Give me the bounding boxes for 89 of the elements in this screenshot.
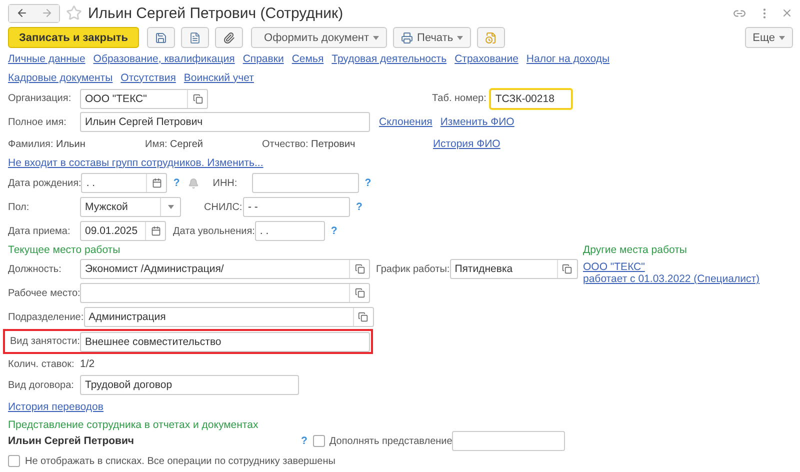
back-arrow-icon [16,7,28,19]
list-button[interactable] [181,27,210,48]
other-job-link[interactable]: работает с 01.03.2022 (Специалист) [583,273,760,285]
window-title: Ильин Сергей Петрович (Сотрудник) [88,4,344,22]
more-button[interactable]: Еще [744,27,793,48]
field-label: Дополнять представление [329,436,452,446]
field-label: Таб. номер: [432,93,486,104]
inn-field[interactable] [252,173,359,193]
name-part: Отчество: Петрович [262,138,356,150]
groups-link[interactable]: Не входит в составы групп сотрудников. Изменить... [8,156,264,168]
field-label: График работы: [376,264,450,274]
checkbox[interactable] [313,435,326,447]
declension-link[interactable]: Склонения [379,116,432,128]
section-link[interactable]: Кадровые документы [8,72,113,84]
caret-icon [373,36,380,40]
help-mark[interactable]: ? [330,225,338,237]
section-link[interactable]: Страхование [454,52,518,64]
help-mark[interactable]: ? [364,177,372,189]
caret-icon [168,205,174,209]
snils-field[interactable]: - - [243,197,350,217]
dismissal-date-field[interactable]: . . [254,221,325,241]
contract-field[interactable]: Трудовой договор [80,375,299,395]
representation-field[interactable] [452,431,566,451]
caret-icon [779,36,785,40]
field-label: Организация: [8,93,72,104]
full-name-field[interactable]: Ильин Сергей Петрович [80,112,370,132]
field-label: Пол: [8,202,30,212]
help-mark[interactable]: ? [173,177,180,189]
section-link[interactable]: Налог на доходы [526,52,610,64]
schedule-field[interactable]: Пятидневка [450,259,578,279]
field-label: СНИЛС: [204,202,243,212]
field-label: Дата приема: [8,226,72,236]
document-icon [189,32,202,44]
hire-date-field[interactable]: 09.01.2025 [80,221,166,241]
field-label: Рабочее место: [8,288,80,298]
position-field[interactable]: Экономист /Администрация/ [80,259,370,279]
checkbox[interactable] [8,455,20,467]
field-label: Не отображать в списках. Все операции по сотруднику завершены [25,456,336,466]
section-link[interactable]: Трудовая деятельность [332,52,447,64]
attach-button[interactable] [215,27,244,48]
department-field[interactable]: Администрация [84,307,374,327]
workplace-field[interactable] [80,283,370,303]
transfer-history-link[interactable]: История переводов [8,401,104,413]
print-button[interactable]: Печать [393,27,472,48]
field-label: Колич. ставок: [8,358,76,370]
printer-icon [401,32,414,44]
create-document-button[interactable]: Оформить документ [251,27,388,48]
document-clock-icon [485,32,498,44]
section-title: Представление сотрудника в отчетах и документах [8,418,260,432]
employment-type-field[interactable]: Внешнее совместительство [80,332,370,352]
save-button[interactable] [147,27,176,48]
change-name-link[interactable]: Изменить ФИО [440,116,514,128]
help-mark[interactable]: ? [301,435,308,447]
field-label: Полное имя: [8,116,68,128]
save-close-button[interactable]: Записать и закрыть [8,27,140,48]
field-label: Дата рождения: [8,178,82,188]
field-label: Подразделение: [8,312,84,322]
section-link[interactable]: Отсутствия [120,72,176,84]
paperclip-icon [223,32,236,44]
report-button[interactable] [477,27,506,48]
star-icon[interactable] [66,5,82,21]
field-label: ИНН: [212,178,238,188]
forward-arrow-icon [40,7,52,19]
section-link[interactable]: Семья [292,52,324,64]
section-title: Другие места работы [583,243,688,257]
section-link[interactable]: Воинский учет [184,72,254,84]
section-link[interactable]: Личные данные [8,52,86,64]
bell-icon[interactable] [188,178,199,188]
close-icon[interactable] [781,7,793,19]
field-label: Вид договора: [8,380,75,390]
section-link[interactable]: Образование, квалификация [93,52,235,64]
field-label: Дата увольнения: [173,226,255,236]
birth-date-field[interactable]: . . [81,173,168,193]
tab-number-field[interactable]: ТСЗК-00218 [490,88,572,108]
section-title: Текущее место работы [8,243,122,257]
gender-select[interactable]: Мужской [80,197,181,217]
name-history-link[interactable]: История ФИО [433,138,500,150]
employee-name: Ильин Сергей Петрович [8,435,136,447]
help-mark[interactable]: ? [356,201,362,213]
organization-field[interactable]: ООО "ТЕКС" [80,88,208,108]
name-part: Имя: Сергей [145,138,204,150]
section-link[interactable]: Справки [242,52,284,64]
rate-value: 1/2 [80,358,95,370]
field-label: Вид занятости: [10,336,80,347]
back-button[interactable] [9,4,34,22]
name-part: Фамилия: Ильин [8,138,86,150]
caret-icon [457,36,464,40]
field-label: Должность: [8,264,62,274]
other-job-link[interactable]: ООО "ТЕКС" [583,261,760,273]
